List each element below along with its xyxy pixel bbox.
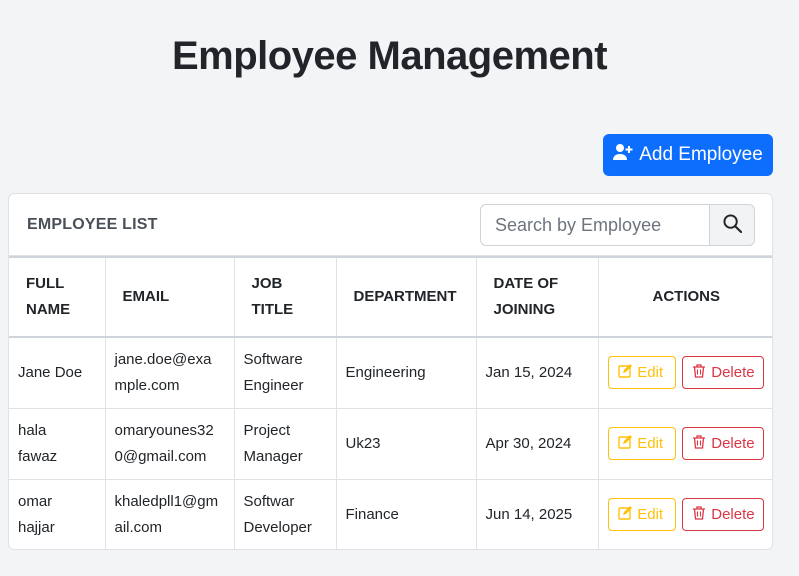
cell-job-title: Software Engineer (233, 336, 337, 409)
table-header-row: FULL NAME EMAIL JOB TITLE DEPARTMENT DATE … (9, 256, 772, 338)
cell-full-name: hala fawaz (9, 407, 106, 480)
table-row: omar hajjar khaledpll1@gm ail.com Softwar D… (9, 478, 772, 549)
cell-date-of-joining: Jan 15, 2024 (475, 336, 599, 409)
employee-table: FULL NAME EMAIL JOB TITLE DEPARTMENT DATE … (9, 256, 772, 549)
trash-icon (692, 364, 706, 382)
edit-icon (618, 505, 633, 524)
table-row: hala fawaz omaryounes32 0@gmail.com Projec… (9, 407, 772, 480)
add-employee-button[interactable]: Add Employee (603, 134, 773, 176)
search-button[interactable] (709, 204, 755, 246)
cell-department: Engineering (335, 336, 477, 409)
edit-icon (618, 363, 633, 382)
edit-button[interactable]: Edit (608, 427, 677, 460)
page-title: Employee Management (171, 34, 608, 78)
cell-date-of-joining: Apr 30, 2024 (475, 407, 599, 480)
employee-list-card: EMPLOYEE LIST FULLNAME EMAIL JOBTITLE DE… (8, 193, 773, 550)
column-header-department: DEPARTMENT (335, 256, 477, 338)
column-header-date-of-joining: DATE OF JOINING (475, 256, 599, 338)
cell-email: khaledpll1@gm ail.com (104, 478, 235, 549)
trash-icon (692, 434, 706, 453)
column-header-full-name: FULL NAME (9, 256, 106, 338)
user-plus-icon (613, 143, 633, 167)
delete-button[interactable]: Delete (682, 498, 765, 531)
cell-department: Uk23 (335, 407, 477, 480)
edit-button[interactable]: Edit (608, 356, 677, 390)
edit-button[interactable]: Edit (608, 498, 677, 531)
trash-icon (692, 505, 706, 524)
cell-actions: Edit Delete (597, 336, 772, 409)
search-input[interactable] (480, 204, 709, 246)
cell-date-of-joining: Jun 14, 2025 (475, 478, 599, 549)
column-header-job-title: JOB TITLE (233, 256, 337, 338)
delete-button[interactable]: Delete (682, 427, 765, 460)
column-header-email: EMAIL (104, 256, 235, 338)
cell-job-title: Softwar Developer (233, 478, 337, 549)
card-title: EMPLOYEE LIST (27, 216, 158, 233)
table-row: Jane Doe jane.doe@exa mple.com Software En… (9, 336, 772, 409)
cell-job-title: Project Manager (233, 407, 337, 480)
edit-icon (618, 434, 633, 453)
column-header-actions: ACTIONS (597, 256, 772, 338)
cell-actions: Edit Delete (597, 478, 772, 549)
cell-email: omaryounes32 0@gmail.com (104, 407, 235, 480)
card-header: EMPLOYEE LIST (9, 194, 772, 256)
cell-department: Finance (335, 478, 477, 549)
cell-full-name: omar hajjar (9, 478, 106, 549)
search-icon (722, 214, 742, 236)
cell-full-name: Jane Doe (9, 336, 106, 409)
cell-actions: Edit Delete (597, 407, 772, 480)
cell-email: jane.doe@exa mple.com (104, 336, 235, 409)
add-employee-label: Add Employee (639, 144, 763, 165)
delete-button[interactable]: Delete (682, 356, 765, 390)
search-group (480, 204, 755, 246)
